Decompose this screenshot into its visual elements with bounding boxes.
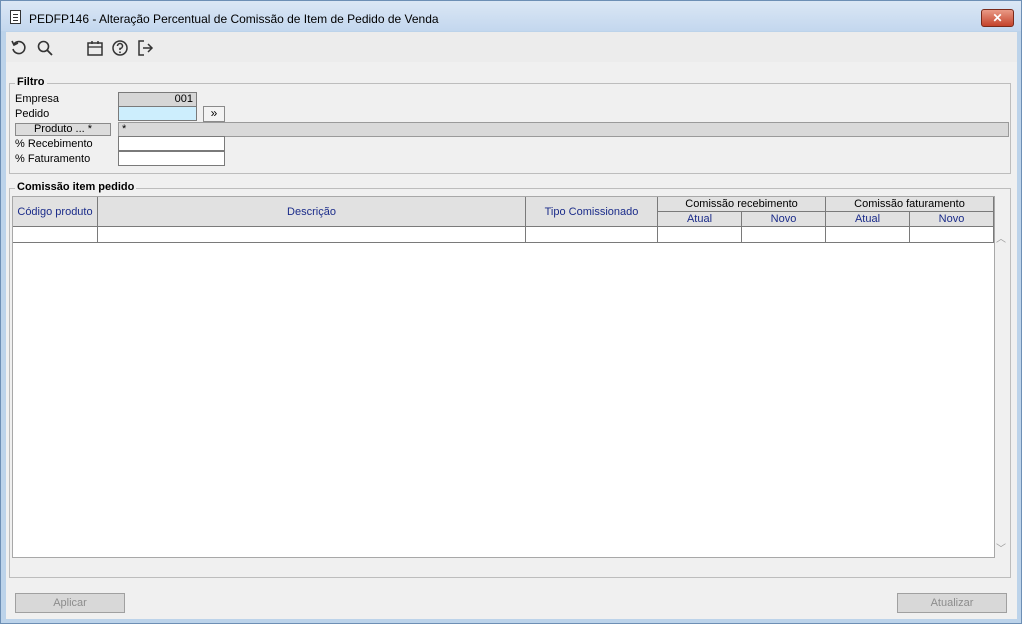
grid-cell-tipo[interactable] xyxy=(526,227,658,243)
grid-cell-faturamento-novo[interactable] xyxy=(910,227,994,243)
col-recebimento-novo[interactable]: Novo xyxy=(742,212,826,227)
document-icon xyxy=(10,10,21,24)
client-area: Filtro Empresa 001 Pedido » Produto ... … xyxy=(6,32,1017,619)
col-recebimento-atual[interactable]: Atual xyxy=(658,212,742,227)
toolbar xyxy=(6,32,1017,62)
faturamento-label: % Faturamento xyxy=(15,153,91,165)
grid-cell-codigo[interactable] xyxy=(13,227,98,243)
col-codigo-produto[interactable]: Código produto xyxy=(13,197,98,227)
close-button[interactable]: ✕ xyxy=(981,9,1014,27)
window-title: PEDFP146 - Alteração Percentual de Comis… xyxy=(29,12,439,26)
title-bar: PEDFP146 - Alteração Percentual de Comis… xyxy=(1,1,1021,31)
col-faturamento-atual[interactable]: Atual xyxy=(826,212,910,227)
commission-grid[interactable]: Código produto Descrição Tipo Comissiona… xyxy=(12,196,1006,558)
help-icon[interactable] xyxy=(111,39,129,57)
col-tipo-comissionado[interactable]: Tipo Comissionado xyxy=(526,197,658,227)
faturamento-input[interactable] xyxy=(118,151,225,166)
atualizar-button[interactable]: Atualizar xyxy=(897,593,1007,613)
col-descricao[interactable]: Descrição xyxy=(98,197,526,227)
pedido-lookup-button[interactable]: » xyxy=(203,106,225,122)
undo-icon[interactable] xyxy=(10,39,28,57)
application-window: PEDFP146 - Alteração Percentual de Comis… xyxy=(0,0,1022,624)
col-comissao-recebimento: Comissão recebimento xyxy=(658,197,826,212)
produto-label[interactable]: Produto ... * xyxy=(15,123,111,136)
grid-cell-faturamento-atual[interactable] xyxy=(826,227,910,243)
empresa-label: Empresa xyxy=(15,93,60,105)
recebimento-input[interactable] xyxy=(118,136,225,151)
grid-cell-recebimento-atual[interactable] xyxy=(658,227,742,243)
grid-cell-recebimento-novo[interactable] xyxy=(742,227,826,243)
recebimento-label: % Recebimento xyxy=(15,138,93,150)
empresa-field: 001 xyxy=(118,92,197,107)
exit-icon[interactable] xyxy=(136,39,154,57)
pedido-input[interactable] xyxy=(118,106,197,121)
scroll-down-icon[interactable]: ﹀ xyxy=(996,540,1006,555)
aplicar-button[interactable]: Aplicar xyxy=(15,593,125,613)
search-icon[interactable] xyxy=(36,39,54,57)
col-faturamento-novo[interactable]: Novo xyxy=(910,212,994,227)
filter-group-title: Filtro xyxy=(15,76,47,88)
produto-field[interactable]: * xyxy=(118,122,1009,137)
calendar-icon[interactable] xyxy=(86,39,104,57)
pedido-label: Pedido xyxy=(15,108,50,120)
col-comissao-faturamento: Comissão faturamento xyxy=(826,197,994,212)
commission-group-title: Comissão item pedido xyxy=(15,181,137,193)
grid-cell-descricao[interactable] xyxy=(98,227,526,243)
scroll-up-icon[interactable]: ︿ xyxy=(996,230,1006,245)
